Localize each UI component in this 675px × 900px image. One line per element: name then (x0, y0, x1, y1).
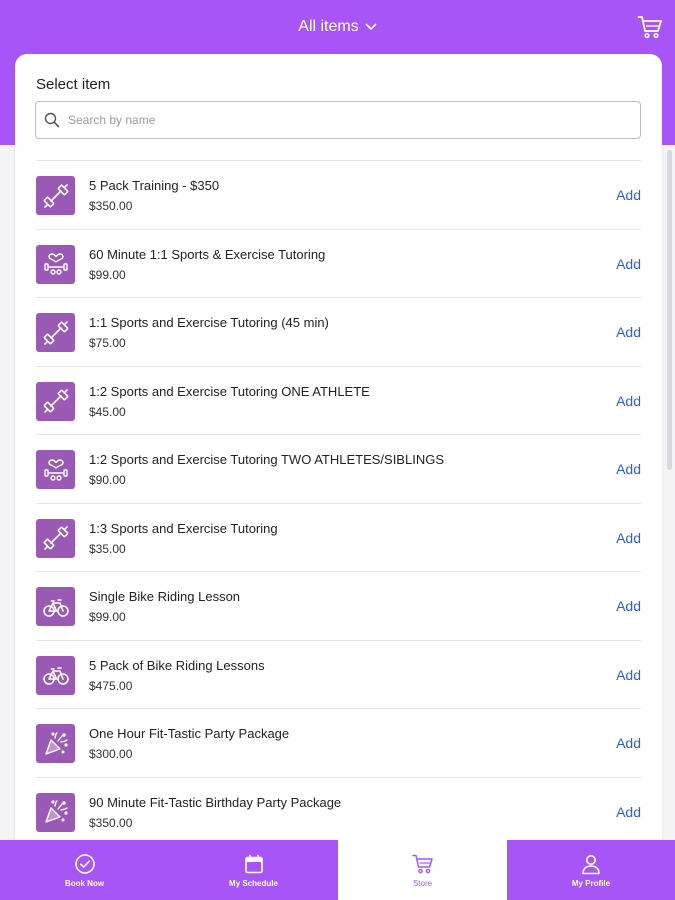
fitness-heart-icon (36, 244, 75, 284)
search-icon (44, 112, 60, 128)
item-selection-card: Select item 5 Pack Training - $350 $350.0… (15, 54, 662, 854)
item-price: $99.00 (89, 267, 126, 282)
item-name: 60 Minute 1:1 Sports & Exercise Tutoring (89, 246, 326, 262)
item-price: $350.00 (89, 815, 133, 830)
check-circle-icon (74, 853, 95, 874)
item-price: $475.00 (89, 678, 133, 693)
search-input[interactable] (68, 113, 628, 127)
cart-icon (411, 854, 433, 873)
scrollbar[interactable] (667, 150, 672, 470)
nav-book-now[interactable]: Book Now (0, 840, 169, 900)
item-name: 1:3 Sports and Exercise Tutoring (89, 520, 278, 536)
list-item[interactable]: Single Bike Riding Lesson $99.00 Add (36, 572, 641, 641)
add-button[interactable]: Add (616, 324, 641, 340)
add-button[interactable]: Add (616, 598, 641, 614)
app-root: All items Select item 5 Pack Training - … (0, 0, 675, 900)
dumbbell-icon (36, 176, 75, 215)
party-popper-icon (36, 724, 75, 763)
add-button[interactable]: Add (616, 187, 641, 203)
nav-store-label: Store (412, 878, 433, 888)
list-item[interactable]: 1:1 Sports and Exercise Tutoring (45 min… (36, 298, 641, 367)
add-button[interactable]: Add (616, 735, 641, 751)
item-name: 5 Pack of Bike Riding Lessons (89, 657, 265, 673)
item-name: 1:2 Sports and Exercise Tutoring TWO ATH… (89, 452, 444, 467)
item-name: 1:1 Sports and Exercise Tutoring (45 min… (89, 315, 329, 330)
item-price: $99.00 (89, 610, 126, 624)
calendar-icon (244, 854, 263, 873)
nav-my-profile-label: My Profile (571, 878, 611, 888)
item-name: 5 Pack Training - $350 (89, 178, 220, 193)
item-price: $35.00 (89, 541, 126, 556)
item-price: $350.00 (89, 199, 133, 213)
list-item[interactable]: One Hour Fit-Tastic Party Package $300.00… (36, 709, 641, 778)
list-item[interactable]: 5 Pack Training - $350 $350.00 Add (36, 161, 641, 230)
add-button[interactable]: Add (616, 530, 641, 546)
item-name: Single Bike Riding Lesson (89, 589, 241, 604)
list-item[interactable]: 60 Minute 1:1 Sports & Exercise Tutoring… (36, 230, 641, 298)
list-item[interactable]: 1:2 Sports and Exercise Tutoring TWO ATH… (36, 435, 641, 504)
list-item[interactable]: 1:2 Sports and Exercise Tutoring ONE ATH… (36, 367, 641, 435)
nav-book-now-label: Book Now (64, 878, 105, 888)
add-button[interactable]: Add (616, 393, 641, 409)
item-price: $45.00 (89, 404, 126, 419)
dumbbell-icon (36, 518, 75, 558)
list-item[interactable]: 1:3 Sports and Exercise Tutoring $35.00 Ad… (36, 504, 641, 572)
list-item[interactable]: 5 Pack of Bike Riding Lessons $475.00 Add (36, 641, 641, 709)
item-price: $75.00 (89, 336, 126, 350)
add-button[interactable]: Add (616, 256, 641, 272)
nav-my-profile[interactable]: My Profile (507, 840, 675, 900)
dumbbell-icon (36, 313, 75, 352)
nav-my-schedule-label: My Schedule (229, 878, 278, 888)
add-button[interactable]: Add (616, 461, 641, 477)
item-name: One Hour Fit-Tastic Party Package (89, 726, 290, 741)
category-filter-dropdown[interactable]: All items (298, 18, 377, 36)
bottom-nav: Book Now My Schedule Store My Profile (0, 840, 675, 900)
item-list: 5 Pack Training - $350 $350.00 Add 60 Minut… (36, 160, 641, 846)
item-price: $300.00 (89, 747, 133, 761)
item-price: $90.00 (89, 473, 126, 487)
item-name: 90 Minute Fit-Tastic Birthday Party Pack… (89, 794, 342, 810)
party-popper-icon (36, 792, 75, 832)
select-item-title: Select item (36, 76, 111, 93)
cart-icon[interactable] (637, 14, 663, 40)
item-name: 1:2 Sports and Exercise Tutoring ONE ATH… (89, 383, 370, 399)
user-icon (582, 854, 600, 874)
add-button[interactable]: Add (616, 667, 641, 683)
fitness-heart-icon (36, 450, 75, 489)
nav-store[interactable]: Store (338, 840, 507, 900)
chevron-down-icon (365, 23, 377, 30)
search-box[interactable] (35, 101, 641, 139)
nav-my-schedule[interactable]: My Schedule (169, 840, 338, 900)
bicycle-icon (36, 655, 75, 695)
add-button[interactable]: Add (616, 804, 641, 820)
list-item[interactable]: 90 Minute Fit-Tastic Birthday Party Pack… (36, 778, 641, 846)
category-filter-label: All items (298, 18, 359, 35)
dumbbell-icon (36, 381, 75, 421)
top-bar: All items (0, 0, 675, 54)
bicycle-icon (36, 587, 75, 626)
